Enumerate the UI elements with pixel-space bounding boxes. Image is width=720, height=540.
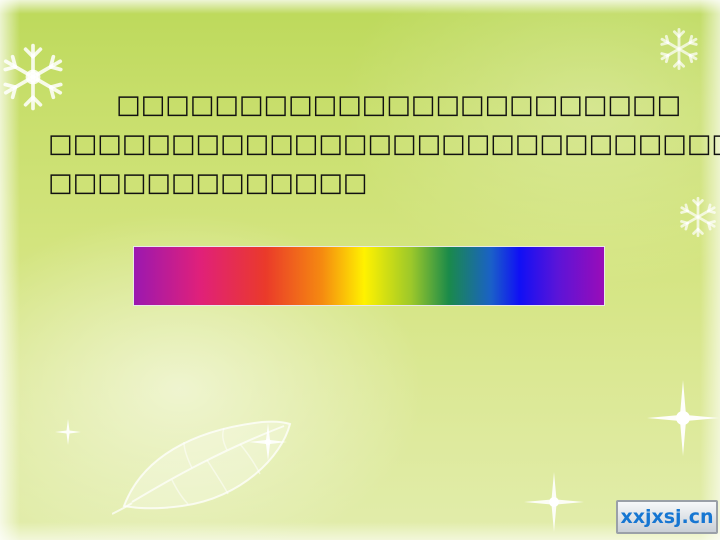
paragraph-line: □□□□□□□□□□□□□□□□□□□□□□□: [48, 86, 681, 125]
paragraph-line: □□□□□□□□□□□□□□□□□□□□□□□□□□□□: [48, 129, 720, 159]
paragraph-line: □□□□□□□□□□□□□: [48, 168, 368, 198]
frame-right-glow: [700, 0, 720, 540]
frame-top-glow: [0, 0, 720, 14]
snowflake-icon: [680, 196, 716, 238]
leaf-icon: [112, 420, 292, 515]
site-watermark: xxjxsj.cn: [616, 500, 718, 534]
frame-bottom-glow: [0, 522, 720, 540]
watermark-text: xxjxsj.cn: [620, 506, 714, 528]
paragraph-text: □□□□□□□□□□□□□□□□□□□□□□□ □□□□□□□□□□□□□□□□…: [48, 86, 720, 203]
color-spectrum-bar: [133, 246, 605, 306]
sparkle-icon: [647, 380, 719, 456]
snowflake-icon: [660, 28, 698, 70]
slide: □□□□□□□□□□□□□□□□□□□□□□□ □□□□□□□□□□□□□□□□…: [0, 0, 720, 540]
sparkle-icon: [524, 472, 584, 532]
sparkle-icon: [55, 419, 81, 445]
paragraph-line-text: □□□□□□□□□□□□□□□□□□□□□□□: [116, 90, 682, 120]
